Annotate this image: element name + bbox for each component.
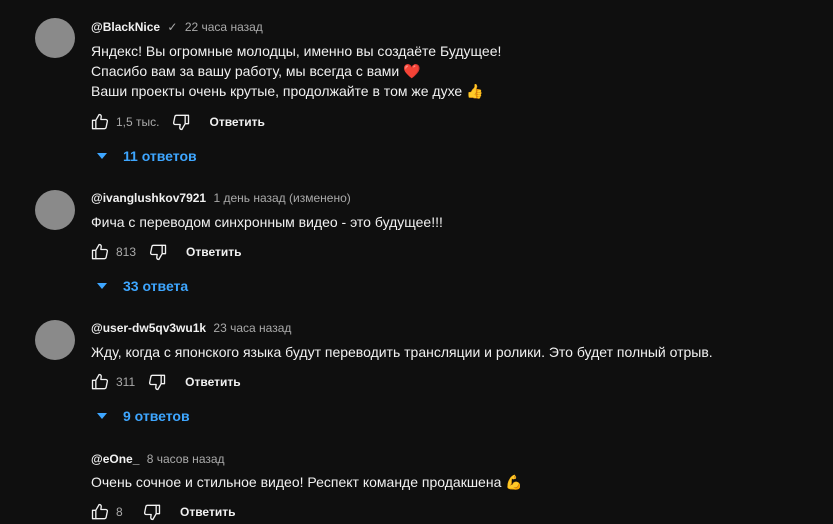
comment-line: Фича с переводом синхронным видео - это … (91, 214, 443, 230)
avatar[interactable] (35, 320, 75, 360)
comment-text: Очень сочное и стильное видео! Респект к… (91, 472, 523, 492)
thumbs-up-icon (91, 503, 109, 520)
triangle-down-icon (97, 283, 107, 289)
comment-actions: 311 Ответить (88, 370, 241, 394)
comment-line: Жду, когда с японского языка будут перев… (91, 344, 713, 360)
like-count: 311 (116, 375, 136, 389)
dislike-button[interactable] (146, 240, 170, 264)
comment-author[interactable]: @user-dw5qv3wu1k (91, 321, 206, 335)
thumbs-up-icon (91, 113, 109, 130)
thumbs-down-icon (150, 244, 167, 261)
show-replies-button[interactable]: 9 ответов (97, 408, 190, 424)
like-button[interactable] (88, 500, 112, 524)
reply-button[interactable]: Ответить (209, 115, 264, 129)
comment-header: @eOne_ 8 часов назад (91, 451, 225, 467)
avatar[interactable] (35, 190, 75, 230)
thumbs-down-icon (143, 504, 161, 521)
comment-header: @BlackNice ✓ 22 часа назад (91, 19, 263, 35)
comment-time[interactable]: 8 часов назад (147, 452, 225, 466)
comment-author[interactable]: @eOne_ (91, 452, 139, 466)
replies-label: 33 ответа (123, 278, 189, 294)
like-count: 813 (116, 245, 137, 259)
comment-line: Яндекс! Вы огромные молодцы, именно вы с… (91, 43, 502, 59)
comment-line: Спасибо вам за вашу работу, мы всегда с … (91, 63, 421, 79)
comment-header: @user-dw5qv3wu1k 23 часа назад (91, 320, 291, 336)
comment-text: Яндекс! Вы огромные молодцы, именно вы с… (91, 41, 501, 101)
comment-time[interactable]: 22 часа назад (185, 20, 263, 34)
comment-line: Ваши проекты очень крутые, продолжайте в… (91, 83, 484, 99)
avatar[interactable] (35, 18, 75, 58)
triangle-down-icon (97, 153, 107, 159)
like-count: 8 (116, 505, 123, 519)
comment-actions: 8 Ответить (88, 500, 235, 524)
like-count: 1,5 тыс. (116, 115, 160, 129)
dislike-button[interactable] (145, 370, 169, 394)
thumbs-up-icon (91, 373, 109, 390)
comment-time[interactable]: 23 часа назад (213, 321, 291, 335)
show-replies-button[interactable]: 33 ответа (97, 278, 188, 294)
comment-actions: 813 Ответить (88, 240, 241, 264)
thumbs-down-icon (149, 374, 166, 391)
reply-button[interactable]: Ответить (180, 505, 235, 519)
comment-header: @ivanglushkov7921 1 день назад (изменено… (91, 190, 351, 206)
triangle-down-icon (97, 413, 107, 419)
like-button[interactable] (88, 110, 112, 134)
reply-button[interactable]: Ответить (186, 245, 241, 259)
dislike-button[interactable] (140, 500, 164, 524)
like-button[interactable] (88, 370, 112, 394)
like-button[interactable] (88, 240, 112, 264)
replies-label: 9 ответов (123, 408, 190, 424)
comment-line: Очень сочное и стильное видео! Респект к… (91, 474, 523, 490)
replies-label: 11 ответов (123, 148, 197, 164)
comment-text: Фича с переводом синхронным видео - это … (91, 212, 443, 232)
thumbs-up-icon (91, 243, 109, 260)
thumbs-down-icon (173, 114, 190, 131)
comment-actions: 1,5 тыс. Ответить (88, 110, 265, 134)
comment-text: Жду, когда с японского языка будут перев… (91, 342, 713, 362)
checkmark-icon: ✓ (167, 20, 178, 34)
dislike-button[interactable] (169, 110, 193, 134)
reply-button[interactable]: Ответить (185, 375, 240, 389)
comment-author[interactable]: @ivanglushkov7921 (91, 191, 206, 205)
show-replies-button[interactable]: 11 ответов (97, 148, 197, 164)
comment-author[interactable]: @BlackNice (91, 20, 160, 34)
comment-time[interactable]: 1 день назад (изменено) (213, 191, 350, 205)
